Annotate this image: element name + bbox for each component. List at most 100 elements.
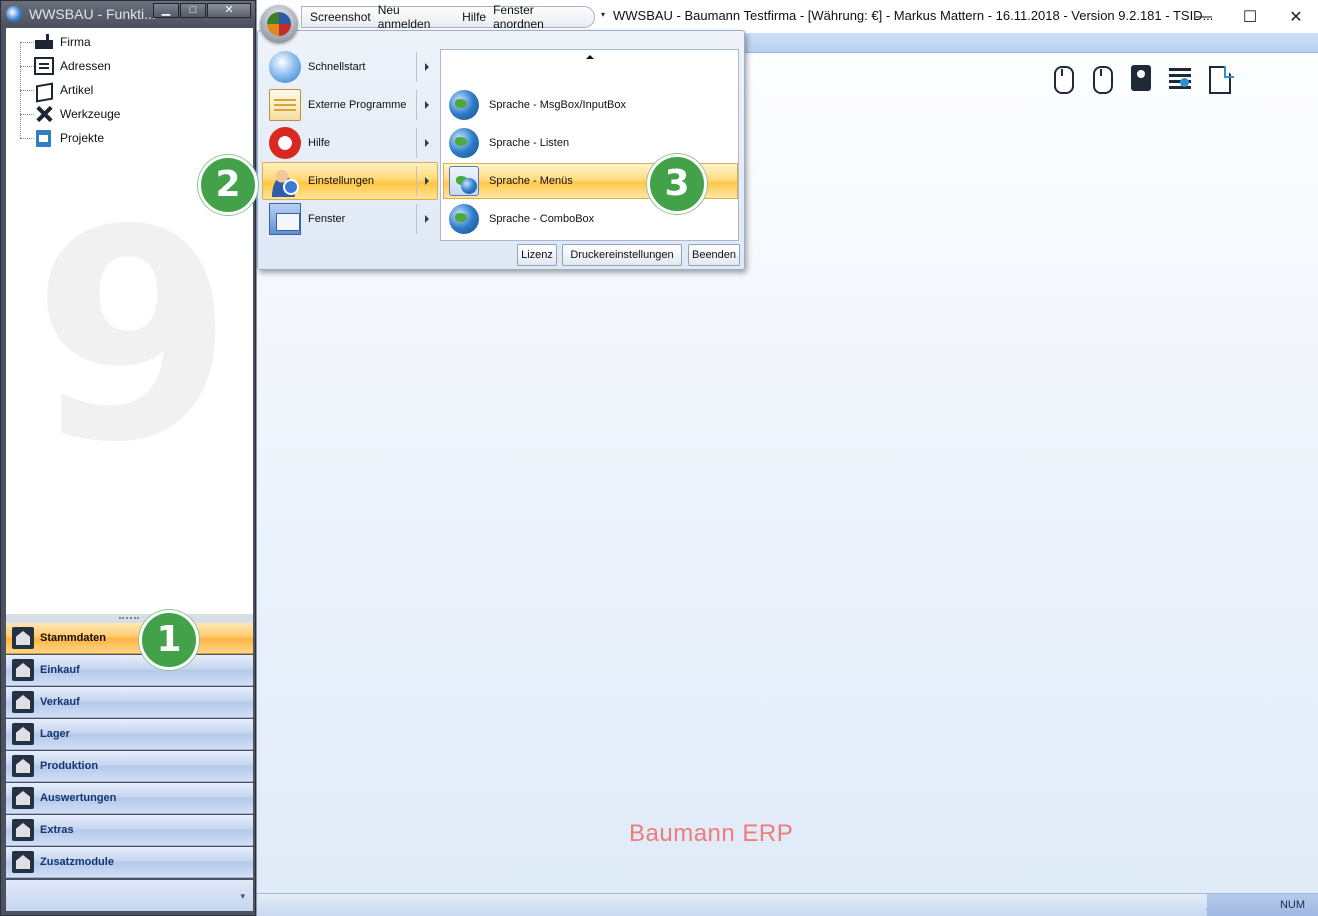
step-badge-2: 2 [198, 155, 258, 215]
submenu-arrow-icon [425, 139, 429, 147]
menu-item-einstellungen[interactable]: Einstellungen [262, 162, 438, 200]
globe-language-icon [449, 204, 479, 234]
panel-splitter[interactable] [6, 614, 253, 623]
chevron-down-icon: ▾ [240, 891, 245, 901]
user-settings-icon [269, 165, 301, 197]
modules-icon [12, 851, 34, 873]
license-button[interactable]: Lizenz [517, 244, 557, 266]
application-menu: Schnellstart Externe Programme Hilfe Ein… [257, 30, 745, 270]
factory-icon [34, 33, 54, 51]
submenu-item-label: Sprache - ComboBox [489, 213, 595, 225]
nav-item-auswertungen[interactable]: Auswertungen [6, 783, 253, 814]
step-badge-1: 1 [139, 610, 199, 670]
step-badge-3: 3 [647, 154, 707, 214]
nav-item-lager[interactable]: Lager [6, 719, 253, 750]
nav-item-label: Stammdaten [40, 632, 107, 644]
tree-item-label: Werkzeuge [60, 107, 121, 121]
close-button[interactable]: ✕ [1273, 0, 1318, 33]
version-watermark: 9 [32, 169, 234, 506]
minimize-button[interactable]: — [1181, 0, 1227, 33]
menu-item-externe-programme[interactable]: Externe Programme [262, 86, 438, 124]
tag-icon[interactable] [1127, 64, 1155, 94]
numlock-indicator: NUM [1207, 894, 1318, 916]
brand-watermark: Baumann ERP [629, 820, 794, 847]
nav-item-verkauf[interactable]: Verkauf [6, 687, 253, 718]
qat-customize-dropdown[interactable]: ▾ [601, 10, 605, 19]
master-data-icon [12, 627, 34, 649]
mouse-right-icon[interactable] [1088, 64, 1116, 94]
menu-item-label: Hilfe [308, 137, 331, 149]
function-panel-title: WWSBAU - Funkti... [29, 6, 156, 22]
submenu-arrow-icon [425, 63, 429, 71]
exit-button[interactable]: Beenden [688, 244, 740, 266]
status-bar: ⋰⋰ NUM [257, 893, 1318, 916]
qat-arrange-windows-button[interactable]: Fenster anordnen [493, 3, 587, 31]
cash-register-icon [12, 691, 34, 713]
panel-close-button[interactable]: ✕ [207, 3, 251, 18]
main-titlebar[interactable]: Screenshot Neu anmelden Hilfe Fenster an… [257, 0, 1318, 43]
submenu-item-label: Sprache - MsgBox/InputBox [489, 99, 626, 111]
printer-settings-button[interactable]: Druckereinstellungen [562, 244, 682, 266]
windows-icon [269, 203, 301, 235]
document-icon[interactable] [1205, 64, 1234, 94]
maximize-button[interactable]: ☐ [1227, 0, 1273, 33]
nav-item-label: Zusatzmodule [40, 856, 114, 868]
window-globe-icon [449, 166, 479, 196]
tree-item-adressen[interactable]: Adressen [20, 55, 111, 77]
application-menu-commands: Schnellstart Externe Programme Hilfe Ein… [262, 48, 438, 242]
project-icon [34, 129, 54, 147]
scroll-up-icon[interactable] [586, 55, 594, 59]
submenu-item-msgbox[interactable]: Sprache - MsgBox/InputBox [443, 87, 738, 123]
splitter-grip-icon [119, 617, 139, 619]
nav-item-stammdaten[interactable]: Stammdaten [6, 623, 253, 654]
panel-maximize-button[interactable]: □ [180, 3, 206, 18]
menu-item-label: Schnellstart [308, 61, 366, 73]
menu-item-label: Einstellungen [308, 175, 375, 187]
globe-start-icon [269, 51, 301, 83]
nav-item-label: Extras [40, 824, 74, 836]
nav-item-produktion[interactable]: Produktion [6, 751, 253, 782]
qat-help-button[interactable]: Hilfe [462, 10, 486, 24]
tree-item-werkzeuge[interactable]: Werkzeuge [20, 103, 120, 125]
submenu-arrow-icon [425, 215, 429, 223]
menu-item-label: Externe Programme [308, 99, 407, 111]
toolbar-icons [1049, 64, 1244, 94]
nav-item-zusatzmodule[interactable]: Zusatzmodule [6, 847, 253, 878]
function-panel-window: WWSBAU - Funkti... ▁ □ ✕ 9 Firma Adresse… [0, 0, 256, 916]
tree-item-label: Firma [60, 35, 91, 49]
navigation-pane: Stammdaten Einkauf Verkauf Lager Produkt… [6, 623, 253, 913]
globe-language-icon [449, 128, 479, 158]
tree-item-artikel[interactable]: Artikel [20, 79, 93, 101]
tree-item-label: Adressen [60, 59, 111, 73]
nav-item-extras[interactable]: Extras [6, 815, 253, 846]
external-programs-icon [269, 89, 301, 121]
tree-structure-icon[interactable] [1166, 64, 1194, 94]
menu-item-hilfe[interactable]: Hilfe [262, 124, 438, 162]
nav-item-einkauf[interactable]: Einkauf [6, 655, 253, 686]
submenu-item-listen[interactable]: Sprache - Listen [443, 125, 738, 161]
tree-item-firma[interactable]: Firma [20, 31, 91, 53]
nav-item-label: Einkauf [40, 664, 80, 676]
address-card-icon [34, 57, 54, 75]
app-globe-icon [6, 6, 22, 22]
nav-item-label: Auswertungen [40, 792, 117, 804]
function-panel-titlebar[interactable]: WWSBAU - Funkti... ▁ □ ✕ [1, 1, 255, 27]
tree-item-label: Projekte [60, 131, 105, 145]
qat-relogin-button[interactable]: Neu anmelden [378, 3, 455, 31]
nav-overflow-button[interactable]: ▾ [6, 880, 253, 911]
menu-item-schnellstart[interactable]: Schnellstart [262, 48, 438, 86]
application-orb-button[interactable] [260, 5, 298, 43]
menu-item-label: Fenster [308, 213, 346, 225]
qat-screenshot-button[interactable]: Screenshot [310, 10, 371, 24]
tree-item-label: Artikel [60, 83, 94, 97]
nav-item-label: Verkauf [40, 696, 80, 708]
window-title: WWSBAU - Baumann Testfirma - [Währung: €… [613, 8, 1214, 23]
menu-item-fenster[interactable]: Fenster [262, 200, 438, 238]
application-menu-footer: Lizenz Druckereinstellungen Beenden [262, 243, 742, 267]
production-icon [12, 755, 34, 777]
mouse-left-icon[interactable] [1049, 64, 1077, 94]
panel-minimize-button[interactable]: ▁ [153, 3, 179, 18]
tree-item-projekte[interactable]: Projekte [20, 127, 104, 149]
submenu-item-label: Sprache - Menüs [489, 175, 573, 187]
function-tree: 9 Firma Adressen Artikel Werkzeuge Proje… [6, 28, 253, 614]
